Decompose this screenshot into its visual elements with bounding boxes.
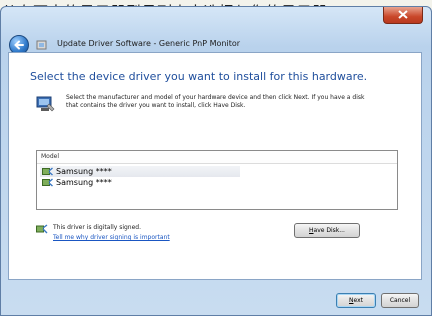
instructions-text: Select the manufacturer and model of you…	[66, 94, 365, 109]
page-heading: Select the device driver you want to ins…	[30, 70, 368, 83]
next-label: Next	[349, 297, 363, 304]
driver-file-icon	[42, 178, 53, 187]
update-driver-icon	[36, 40, 47, 50]
back-arrow-icon	[14, 40, 24, 50]
have-disk-label: Have Disk...	[309, 227, 345, 234]
model-column-header[interactable]: Model	[37, 151, 397, 164]
model-list[interactable]: Model Samsung **** Samsung ****	[36, 150, 398, 210]
driver-signing-link[interactable]: Tell me why driver signing is important	[53, 234, 170, 241]
signed-driver-icon	[36, 224, 48, 234]
hardware-device-icon	[36, 96, 55, 112]
driver-file-icon	[42, 167, 53, 176]
model-header-label: Model	[41, 153, 60, 160]
model-item-label: Samsung ****	[56, 167, 112, 176]
window-close-button[interactable]	[383, 7, 423, 24]
cancel-button[interactable]: Cancel	[381, 293, 419, 308]
model-item-label: Samsung ****	[56, 178, 112, 187]
next-button[interactable]: Next	[336, 293, 376, 308]
close-icon	[398, 10, 408, 19]
model-list-item[interactable]: Samsung ****	[40, 166, 240, 177]
have-disk-button[interactable]: Have Disk...	[294, 223, 360, 238]
cancel-label: Cancel	[389, 297, 411, 304]
wizard-title: Update Driver Software - Generic PnP Mon…	[57, 39, 241, 48]
model-list-item[interactable]: Samsung ****	[40, 177, 240, 188]
signature-status-text: This driver is digitally signed.	[53, 224, 142, 231]
